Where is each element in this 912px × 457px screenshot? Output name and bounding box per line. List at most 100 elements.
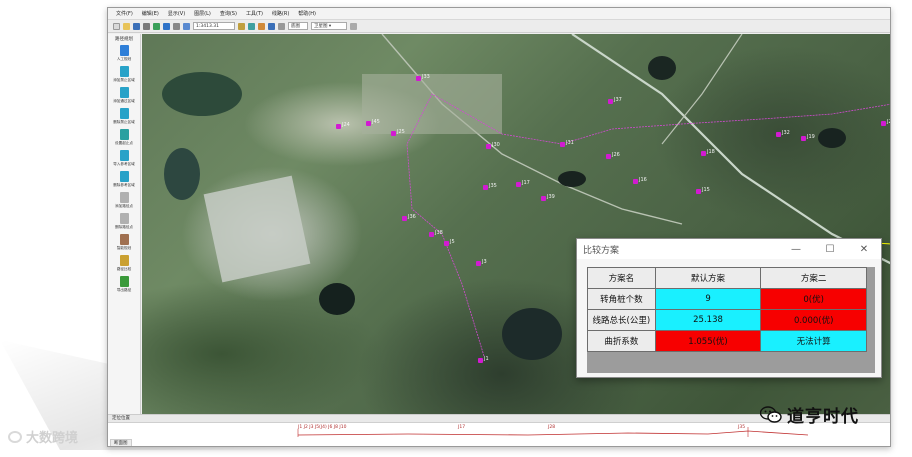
tower-label: J32 bbox=[782, 130, 790, 136]
watermark-left: 大数跨境 bbox=[8, 427, 78, 446]
tower-marker[interactable] bbox=[402, 216, 407, 221]
save-icon[interactable] bbox=[133, 22, 140, 30]
tower-label: J30 bbox=[492, 142, 500, 148]
tool-label: 导入参考区域 bbox=[113, 162, 135, 166]
tower-marker[interactable] bbox=[476, 261, 481, 266]
menu-bar: 文件(F) 编辑(E) 显示(V) 图层(L) 查询(S) 工具(T) 线路(R) 帮助(H) bbox=[108, 8, 890, 20]
table-row: 曲折系数 1.055(优) 无法计算 bbox=[587, 330, 867, 352]
select-icon[interactable] bbox=[258, 22, 265, 30]
village-area bbox=[362, 74, 502, 134]
tower-marker[interactable] bbox=[444, 241, 449, 246]
tool-label: 人工规划 bbox=[116, 57, 132, 61]
tool-button[interactable]: 设置起止点 bbox=[113, 129, 135, 146]
menu-item[interactable]: 线路(R) bbox=[272, 10, 289, 17]
wechat-icon bbox=[759, 405, 782, 424]
tower-marker[interactable] bbox=[701, 151, 706, 156]
tool-label: 删除禁止区域 bbox=[113, 120, 135, 124]
zoom-in-icon[interactable] bbox=[153, 22, 160, 30]
default-plan-cell: 9 bbox=[654, 288, 762, 310]
tool-icon bbox=[119, 276, 129, 287]
close-button[interactable]: ✕ bbox=[847, 244, 881, 255]
tower-marker[interactable] bbox=[801, 136, 806, 141]
tool-button[interactable]: 导出路径 bbox=[113, 276, 135, 293]
tower-marker[interactable] bbox=[608, 99, 613, 104]
header-cell: 方案名 bbox=[587, 267, 656, 289]
tower-marker[interactable] bbox=[486, 144, 491, 149]
maximize-button[interactable]: ☐ bbox=[813, 244, 847, 255]
identify-icon[interactable] bbox=[268, 22, 275, 30]
default-plan-cell: 1.055(优) bbox=[654, 330, 762, 352]
tower-marker[interactable] bbox=[696, 189, 701, 194]
menu-item[interactable]: 查询(S) bbox=[220, 10, 237, 17]
tool-icon bbox=[119, 66, 129, 77]
tower-marker[interactable] bbox=[776, 132, 781, 137]
tool-list: 人工规划添加禁止区域 添加通过区域删除禁止区域设置起止点导入参考区域 删除参考区域添… bbox=[113, 45, 135, 297]
menu-item[interactable]: 帮助(H) bbox=[298, 10, 316, 17]
tower-marker[interactable] bbox=[336, 124, 341, 129]
dialog-titlebar: 比较方案 — ☐ ✕ bbox=[577, 239, 881, 259]
tool-button[interactable]: 路径比较 bbox=[113, 255, 135, 272]
new-icon[interactable] bbox=[113, 22, 120, 30]
tower-marker[interactable] bbox=[541, 196, 546, 201]
road bbox=[571, 34, 890, 265]
tower-marker[interactable] bbox=[483, 185, 488, 190]
tower-marker[interactable] bbox=[391, 131, 396, 136]
measure-icon[interactable] bbox=[238, 22, 245, 30]
tool-label: 智能规划 bbox=[116, 246, 132, 250]
refresh-icon[interactable] bbox=[183, 22, 190, 30]
tower-marker[interactable] bbox=[366, 121, 371, 126]
tool-button[interactable]: 删除路径点 bbox=[113, 213, 135, 230]
tower-marker[interactable] bbox=[606, 154, 611, 159]
tower-marker[interactable] bbox=[881, 121, 886, 126]
tool-button[interactable]: 添加通过区域 bbox=[113, 87, 135, 104]
tool-button[interactable]: 删除参考区域 bbox=[113, 171, 135, 188]
tower-marker[interactable] bbox=[478, 358, 483, 363]
tower-label: J24 bbox=[342, 122, 350, 128]
table-header-row: 方案名 默认方案 方案二 bbox=[587, 267, 867, 289]
tool-button[interactable]: 导入参考区域 bbox=[113, 150, 135, 167]
tower-marker[interactable] bbox=[516, 182, 521, 187]
menu-item[interactable]: 显示(V) bbox=[168, 10, 185, 17]
tool-button[interactable]: 智能规划 bbox=[113, 234, 135, 251]
watermark-left-text: 大数跨境 bbox=[26, 431, 79, 446]
lake bbox=[648, 56, 676, 80]
plan2-cell: 0(优) bbox=[760, 288, 867, 310]
zoom-out-icon[interactable] bbox=[163, 22, 170, 30]
status-text: 定位位置 bbox=[112, 416, 130, 421]
open-icon[interactable] bbox=[123, 22, 130, 30]
menu-item[interactable]: 图层(L) bbox=[194, 10, 211, 17]
pan-icon[interactable] bbox=[173, 22, 180, 30]
lake bbox=[164, 148, 200, 200]
tower-marker[interactable] bbox=[633, 179, 638, 184]
tool-button[interactable]: 添加禁止区域 bbox=[113, 66, 135, 83]
menu-item[interactable]: 工具(T) bbox=[246, 10, 263, 17]
scale-field[interactable]: 1:3413.31 bbox=[193, 22, 235, 30]
tower-label: J16 bbox=[639, 177, 647, 183]
map-mode-select[interactable]: 卫星图 ▾ bbox=[311, 22, 347, 30]
tool-icon bbox=[119, 234, 129, 245]
minimize-button[interactable]: — bbox=[779, 244, 813, 255]
tool-button[interactable]: 添加路径点 bbox=[113, 192, 135, 209]
tool-label: 删除参考区域 bbox=[113, 183, 135, 187]
table-row: 线路总长(公里) 25.138 0.000(优) bbox=[587, 309, 867, 331]
row-header: 线路总长(公里) bbox=[587, 309, 656, 331]
road bbox=[661, 34, 743, 145]
layer-field[interactable]: 底图 bbox=[288, 22, 308, 30]
profile-tab[interactable]: 断面图 bbox=[110, 439, 132, 446]
comparison-table: 方案名 默认方案 方案二 转角桩个数 9 0(优) 线路总长(公里) 25.13… bbox=[587, 267, 867, 352]
undo-icon[interactable] bbox=[143, 22, 150, 30]
tool-button[interactable]: 删除禁止区域 bbox=[113, 108, 135, 125]
layer-icon[interactable] bbox=[248, 22, 255, 30]
sidebar-title: 路径规划 bbox=[115, 37, 133, 42]
help-icon[interactable] bbox=[350, 22, 357, 30]
tower-marker[interactable] bbox=[416, 76, 421, 81]
menu-item[interactable]: 文件(F) bbox=[116, 10, 133, 17]
tower-marker[interactable] bbox=[429, 232, 434, 237]
tool-button[interactable]: 人工规划 bbox=[113, 45, 135, 62]
menu-item[interactable]: 编辑(E) bbox=[142, 10, 159, 17]
settings-icon[interactable] bbox=[278, 22, 285, 30]
default-plan-cell: 25.138 bbox=[654, 309, 762, 331]
row-header: 转角桩个数 bbox=[587, 288, 656, 310]
tower-marker[interactable] bbox=[560, 142, 565, 147]
profile-label: J1 J2 J3 J5(J4) J6 J8 J10 bbox=[298, 425, 347, 430]
